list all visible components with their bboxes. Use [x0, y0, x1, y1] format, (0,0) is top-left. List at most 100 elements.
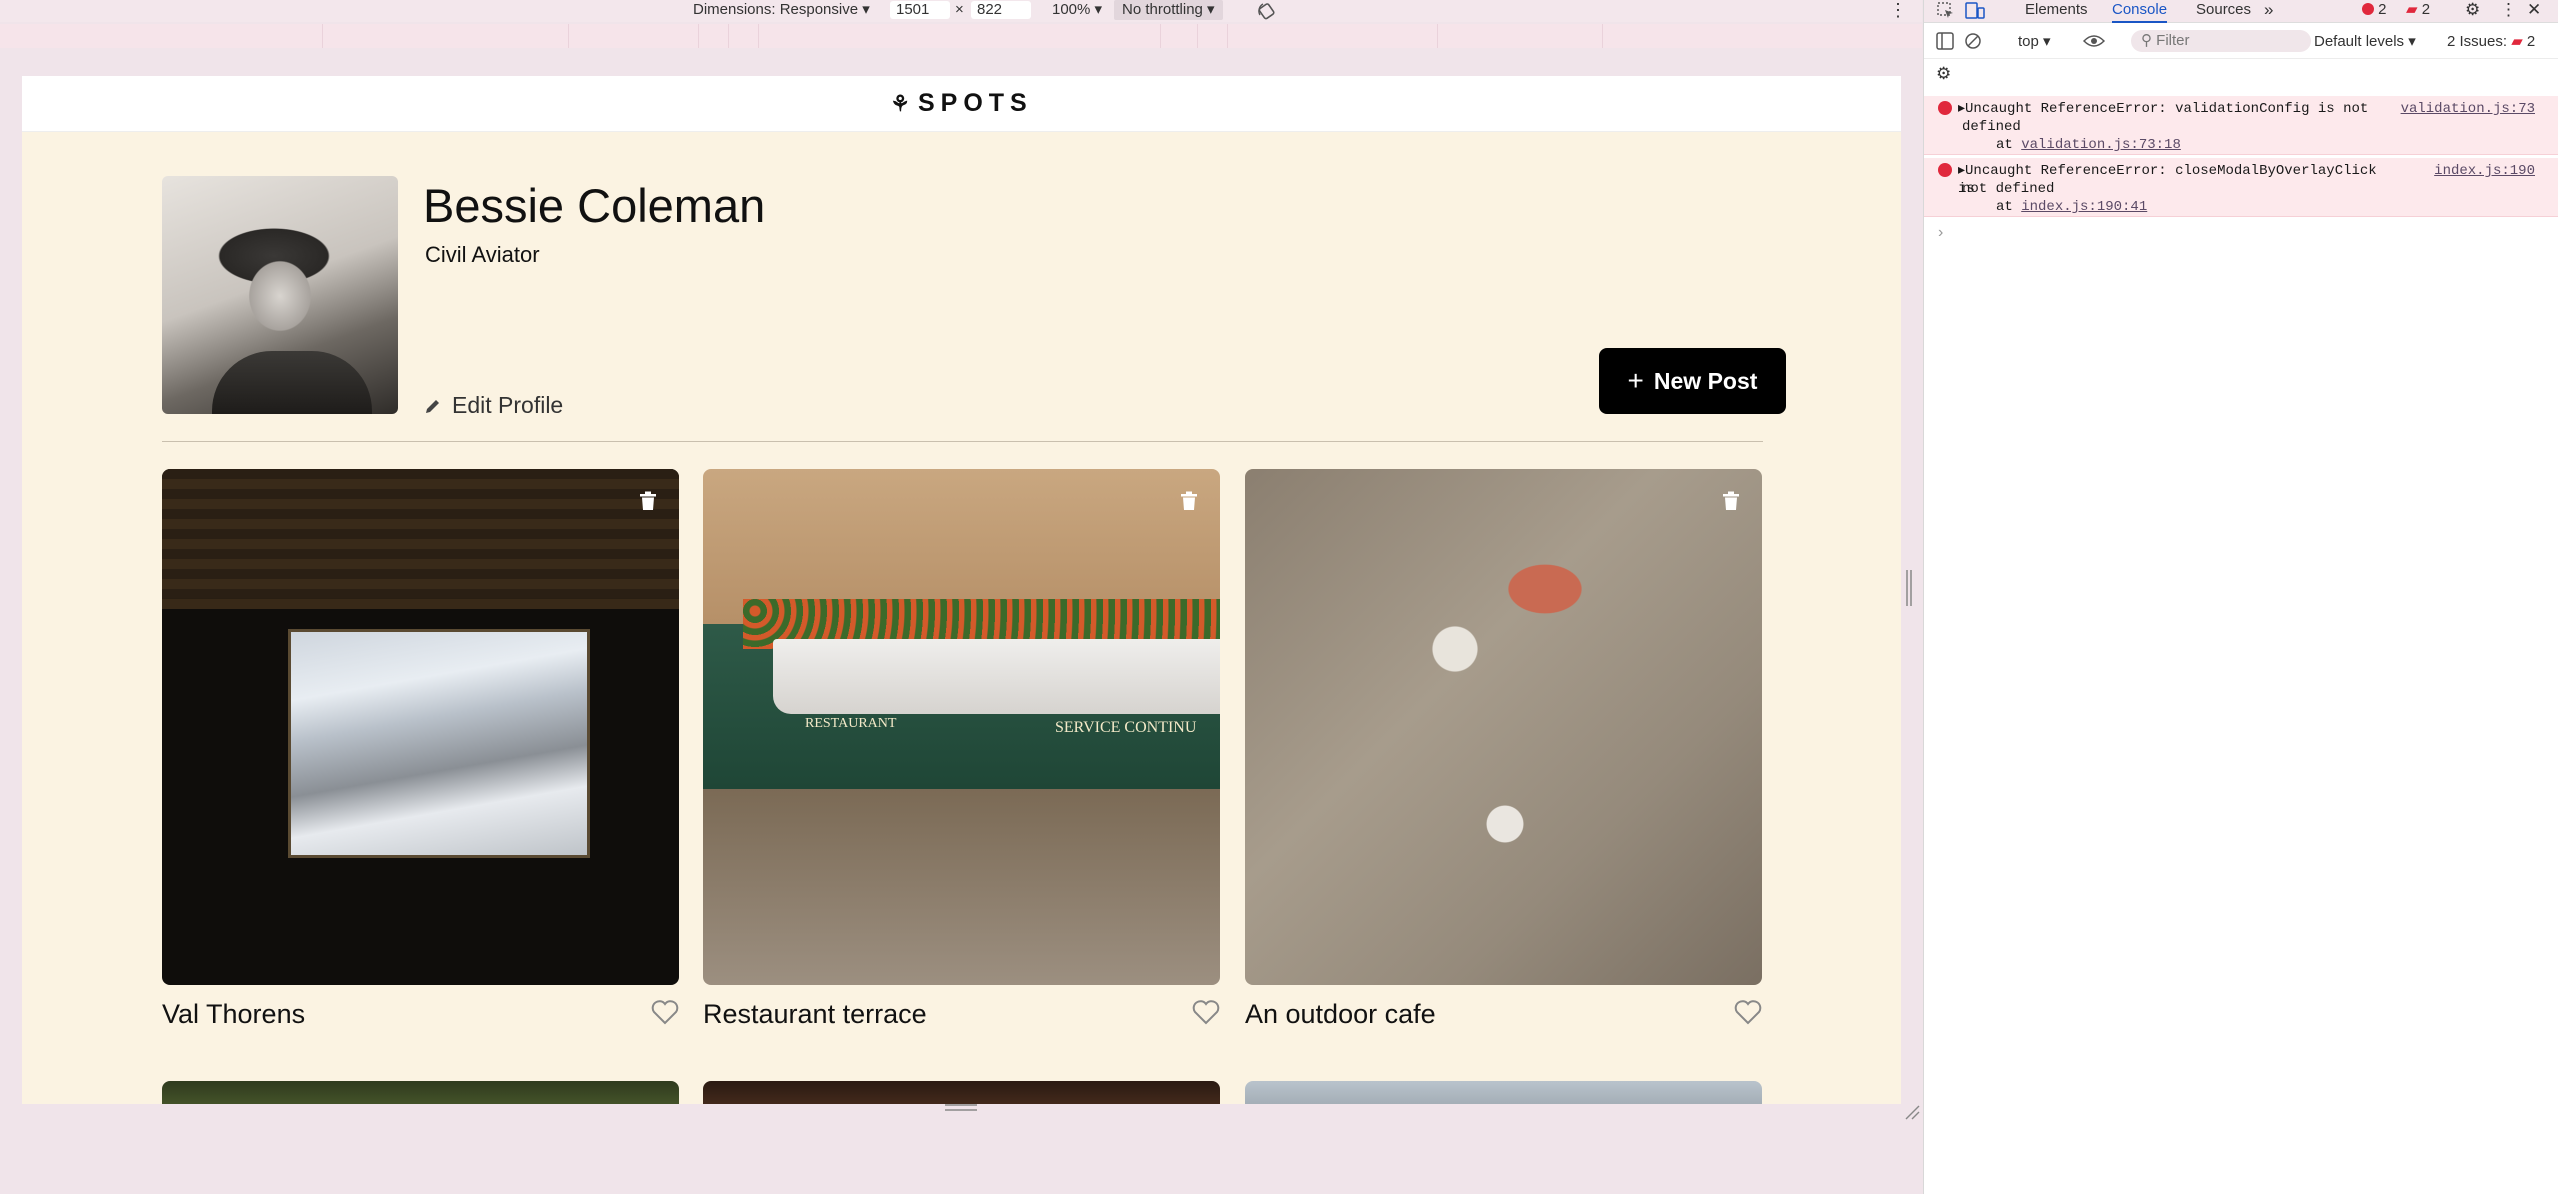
window-view [288, 629, 590, 858]
times-sign: × [955, 1, 964, 18]
console-error-message[interactable]: ▸Uncaught ReferenceError: closeModalByOv… [1924, 158, 2558, 217]
error-text-line1: Uncaught ReferenceError: validationConfi… [1965, 101, 2369, 117]
error-count-badge[interactable]: 2 [2362, 0, 2387, 21]
divider [162, 441, 1763, 442]
devtools-tabbar: Elements Console Sources » 2 ▰ 2 ⚙ ⋮ ✕ [1924, 0, 2558, 23]
edit-profile-button[interactable]: Edit Profile [424, 392, 563, 419]
clear-console-icon[interactable] [1964, 32, 1982, 50]
card-footer: Val Thorens [162, 985, 679, 1035]
trash-icon[interactable] [1180, 491, 1198, 511]
profile-description: Civil Aviator [425, 242, 540, 267]
stack-link[interactable]: index.js:190:41 [2021, 199, 2147, 215]
trash-icon[interactable] [639, 491, 657, 511]
width-input[interactable]: 1501 [890, 1, 950, 19]
tab-console[interactable]: Console [2112, 0, 2168, 23]
error-source-link[interactable]: index.js:190 [2434, 162, 2535, 180]
card-title: Val Thorens [162, 999, 306, 1029]
context-dropdown[interactable]: top ▾ [2018, 32, 2051, 50]
site-header: ⚘ SPOTS [22, 76, 1901, 132]
more-options-icon[interactable]: ⋮ [1889, 0, 1907, 20]
logo[interactable]: ⚘ SPOTS [890, 89, 1032, 118]
card-image[interactable] [162, 469, 679, 985]
error-source-link[interactable]: validation.js:73 [2401, 100, 2535, 118]
card: RESTAURANT SERVICE CONTINU Restaurant te… [703, 469, 1220, 1035]
rotate-icon[interactable] [1257, 1, 1277, 21]
warning-count-badge[interactable]: ▰ 2 [2406, 0, 2430, 21]
issues-label: 2 Issues: [2447, 33, 2508, 50]
heart-icon[interactable] [1192, 999, 1220, 1025]
logo-text: SPOTS [917, 89, 1033, 117]
bottom-resize-handle[interactable] [945, 1103, 977, 1113]
console-prompt[interactable]: › [1938, 224, 1943, 242]
log-levels-label: Default levels [2314, 33, 2405, 50]
card: An outdoor cafe [1245, 469, 1762, 1035]
blinds-decoration [162, 469, 679, 609]
eye-icon[interactable] [2083, 33, 2105, 49]
dimensions-dropdown[interactable]: Dimensions: Responsive ▾ [693, 0, 870, 20]
chevron-down-icon: ▾ [1207, 1, 1215, 18]
card-image-partial[interactable] [703, 1081, 1220, 1104]
height-input[interactable]: 822 [971, 1, 1031, 19]
gear-icon[interactable]: ⚙ [2465, 0, 2480, 21]
plus-icon: + [1627, 365, 1644, 396]
more-options-icon[interactable]: ⋮ [2500, 0, 2517, 21]
issues-button[interactable]: 2 Issues: ▰ 2 [2447, 32, 2535, 50]
throttle-label: No throttling [1122, 1, 1203, 18]
error-icon [2362, 3, 2374, 15]
card-title: An outdoor cafe [1245, 999, 1436, 1029]
message-icon: ▰ [2511, 33, 2523, 50]
chevron-down-icon: ▾ [2043, 33, 2051, 50]
zoom-dropdown[interactable]: 100% ▾ [1052, 0, 1102, 20]
heart-icon[interactable] [651, 999, 679, 1025]
sidebar-toggle-icon[interactable] [1936, 32, 1954, 50]
stack-prefix: at [1996, 199, 2013, 215]
heart-icon[interactable] [1734, 999, 1762, 1025]
stack-link[interactable]: validation.js:73:18 [2021, 137, 2181, 153]
tab-elements[interactable]: Elements [2025, 0, 2088, 21]
stack-prefix: at [1996, 137, 2013, 153]
close-icon[interactable]: ✕ [2527, 0, 2541, 21]
trash-icon[interactable] [1722, 491, 1740, 511]
right-resize-handle[interactable] [1906, 570, 1912, 606]
new-post-button[interactable]: + New Post [1599, 348, 1786, 414]
log-levels-dropdown[interactable]: Default levels ▾ [2314, 32, 2416, 50]
tab-sources[interactable]: Sources [2196, 0, 2251, 21]
throttle-dropdown[interactable]: No throttling ▾ [1114, 0, 1223, 20]
card-image-partial[interactable] [162, 1081, 679, 1104]
console-error-message[interactable]: ▸Uncaught ReferenceError: validationConf… [1924, 96, 2558, 155]
console-settings-gear-icon[interactable]: ⚙ [1936, 64, 1951, 84]
zoom-label: 100% [1052, 1, 1091, 18]
profile-name: Bessie Coleman [423, 179, 766, 232]
error-count: 2 [2378, 1, 2387, 18]
context-label: top [2018, 33, 2039, 50]
devtools-panel: Elements Console Sources » 2 ▰ 2 ⚙ ⋮ ✕ t… [1923, 0, 2558, 1194]
card-image[interactable] [1245, 469, 1762, 985]
filter-icon: ⚲ [2141, 32, 2152, 49]
card-image-partial[interactable] [1245, 1081, 1762, 1104]
chevron-down-icon: ▾ [1094, 1, 1103, 18]
filter-input[interactable]: ⚲ Filter [2131, 30, 2311, 52]
cards-row-partial [162, 1081, 1764, 1104]
restaurant-sign-left: RESTAURANT [805, 716, 897, 731]
card-footer: An outdoor cafe [1245, 985, 1762, 1035]
edit-profile-label: Edit Profile [452, 392, 564, 418]
inspect-element-icon[interactable] [1937, 2, 1955, 20]
more-tabs-icon[interactable]: » [2264, 0, 2273, 21]
expand-arrow-icon[interactable]: ▸ [1958, 163, 1965, 179]
corner-resize-handle[interactable] [1904, 1104, 1920, 1120]
avatar [162, 176, 398, 414]
issues-count: 2 [2526, 33, 2536, 50]
card: Val Thorens [162, 469, 679, 1035]
media-query-ruler [0, 24, 1922, 48]
pencil-icon [426, 399, 439, 413]
message-icon: ▰ [2406, 1, 2418, 18]
error-icon [1938, 101, 1952, 115]
dimensions-label: Dimensions: Responsive [693, 1, 859, 18]
card-image[interactable]: RESTAURANT SERVICE CONTINU [703, 469, 1220, 985]
warning-count: 2 [2421, 1, 2431, 18]
device-toggle-icon[interactable] [1965, 2, 1985, 20]
restaurant-sign-right: SERVICE CONTINU [1055, 719, 1197, 736]
error-text-line2: not defined [1962, 181, 2055, 197]
expand-arrow-icon[interactable]: ▸ [1958, 101, 1965, 117]
page-viewport: ⚘ SPOTS Bessie Coleman Civil Aviator Edi… [22, 76, 1901, 1104]
